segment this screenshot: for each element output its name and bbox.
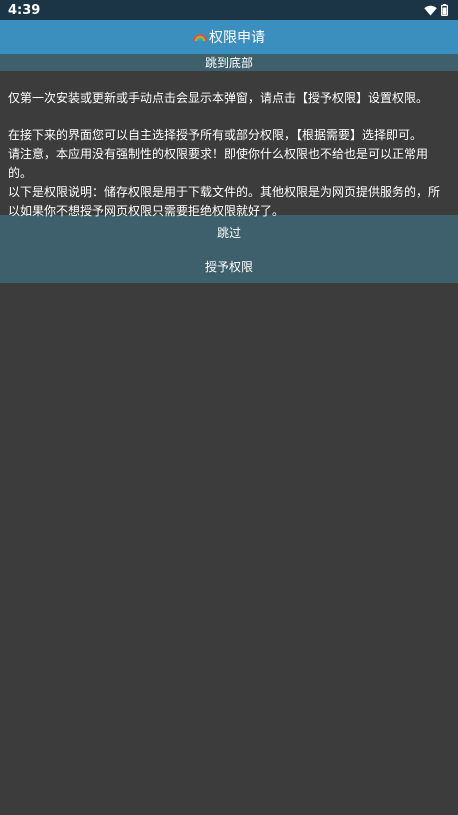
- info-line-2: 请注意，本应用没有强制性的权限要求！即使你什么权限也不给也是可以正常用的。: [8, 147, 429, 180]
- app-title-bar: 权限申请: [0, 20, 458, 54]
- jump-to-bottom-link[interactable]: 跳到底部: [0, 54, 458, 71]
- rainbow-icon: [193, 30, 207, 45]
- battery-icon: [441, 4, 448, 16]
- status-bar: 4:39: [0, 0, 458, 20]
- info-line-1: 在接下来的界面您可以自主选择授予所有或部分权限，【根据需要】选择即可。: [8, 128, 423, 142]
- skip-button[interactable]: 跳过: [0, 215, 458, 249]
- wifi-icon: [424, 5, 437, 15]
- permission-description: 仅第一次安装或更新或手动点击会显示本弹窗，请点击【授予权限】设置权限。 在接下来…: [0, 71, 458, 218]
- status-time: 4:39: [8, 2, 41, 18]
- intro-paragraph: 仅第一次安装或更新或手动点击会显示本弹窗，请点击【授予权限】设置权限。: [8, 91, 429, 105]
- action-buttons: 跳过 授予权限: [0, 215, 458, 283]
- page-title: 权限申请: [209, 30, 265, 46]
- grant-permission-button[interactable]: 授予权限: [0, 249, 458, 283]
- status-icons: [424, 4, 448, 16]
